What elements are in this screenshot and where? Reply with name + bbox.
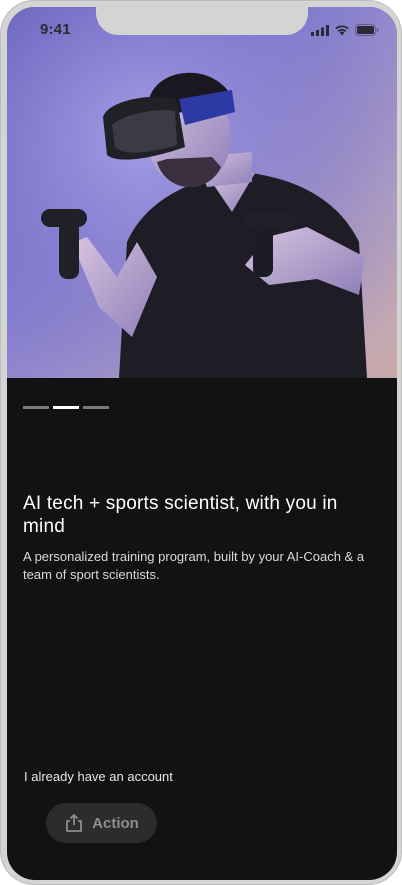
page-indicator bbox=[23, 406, 109, 409]
status-time: 9:41 bbox=[40, 21, 71, 38]
vr-player-illustration bbox=[7, 7, 397, 378]
phone-screen: 9:41 AI tech + sports scientist, with yo… bbox=[7, 7, 397, 880]
existing-account-link[interactable]: I already have an account bbox=[24, 769, 173, 784]
onboarding-subtitle: A personalized training program, built b… bbox=[23, 549, 365, 582]
wifi-icon bbox=[335, 25, 349, 36]
share-icon bbox=[66, 814, 83, 832]
action-button[interactable]: Action bbox=[46, 803, 157, 843]
camera-notch bbox=[96, 7, 308, 35]
battery-icon bbox=[355, 24, 379, 36]
action-button-label: Action bbox=[92, 814, 139, 832]
status-icons bbox=[311, 24, 379, 36]
page-indicator-dot[interactable] bbox=[83, 406, 109, 409]
page-indicator-dot[interactable] bbox=[23, 406, 49, 409]
page-indicator-dot-active[interactable] bbox=[53, 406, 79, 409]
phone-frame: 9:41 AI tech + sports scientist, with yo… bbox=[0, 0, 402, 885]
onboarding-headline: AI tech + sports scientist, with you in … bbox=[23, 493, 338, 537]
hero-image bbox=[7, 7, 397, 378]
cellular-signal-icon bbox=[311, 24, 329, 36]
